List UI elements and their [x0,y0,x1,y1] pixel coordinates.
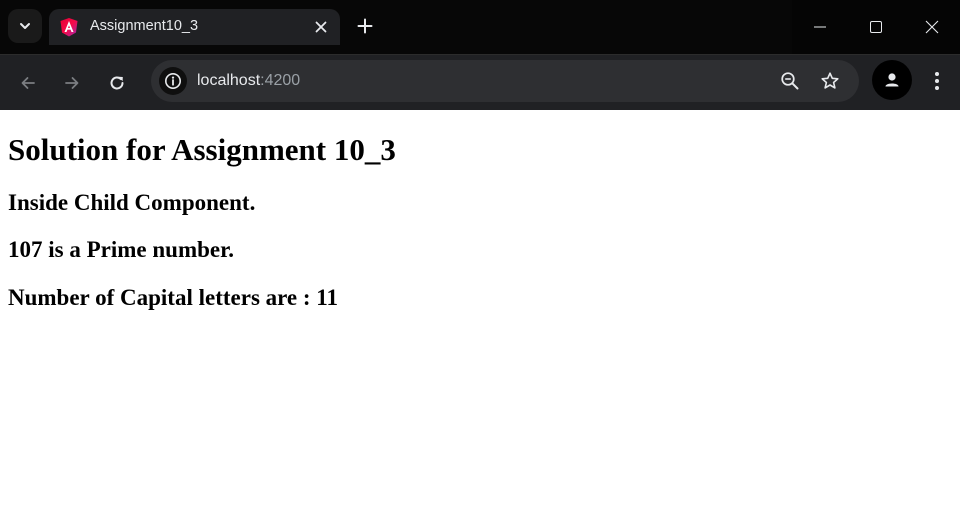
minimize-icon [814,26,826,28]
bookmark-star-icon[interactable] [820,71,840,91]
more-vertical-icon [935,72,939,90]
close-tab-icon[interactable] [312,18,330,36]
profile-button[interactable] [872,60,912,100]
url-host: localhost [197,72,261,89]
zoom-out-icon[interactable] [780,71,800,91]
maximize-icon [870,21,882,33]
reload-icon [110,76,124,90]
forward-button[interactable] [58,69,86,97]
site-info-button[interactable] [159,67,187,95]
back-button[interactable] [14,69,42,97]
page-content: Solution for Assignment 10_3 Inside Chil… [0,110,960,515]
minimize-button[interactable] [792,0,848,54]
close-window-button[interactable] [904,0,960,54]
arrow-right-icon [65,77,79,89]
plus-icon [357,18,373,34]
url-port: :4200 [260,72,301,89]
angular-icon [60,18,78,37]
browser-toolbar: localhost:4200 [0,54,960,110]
person-icon [885,73,899,87]
chevron-down-icon [20,23,30,29]
close-icon [925,20,939,34]
new-tab-button[interactable] [351,12,379,40]
browser-menu-button[interactable] [926,69,948,93]
arrow-left-icon [21,77,35,89]
url-text[interactable]: localhost:4200 [197,72,300,90]
window-controls [792,0,960,54]
capital-letters-text: Number of Capital letters are : 11 [8,285,339,310]
child-component-text: Inside Child Component. [8,190,256,215]
tab-strip: Assignment10_3 [0,0,960,54]
tab-title: Assignment10_3 [90,18,199,34]
tab-search-button[interactable] [8,9,42,43]
reload-button[interactable] [103,69,131,97]
maximize-button[interactable] [848,0,904,54]
info-icon [165,73,181,89]
prime-number-text: 107 is a Prime number. [8,237,234,262]
active-tab[interactable]: Assignment10_3 [49,9,340,45]
page-title: Solution for Assignment 10_3 [8,132,396,167]
address-bar[interactable]: localhost:4200 [151,60,859,102]
